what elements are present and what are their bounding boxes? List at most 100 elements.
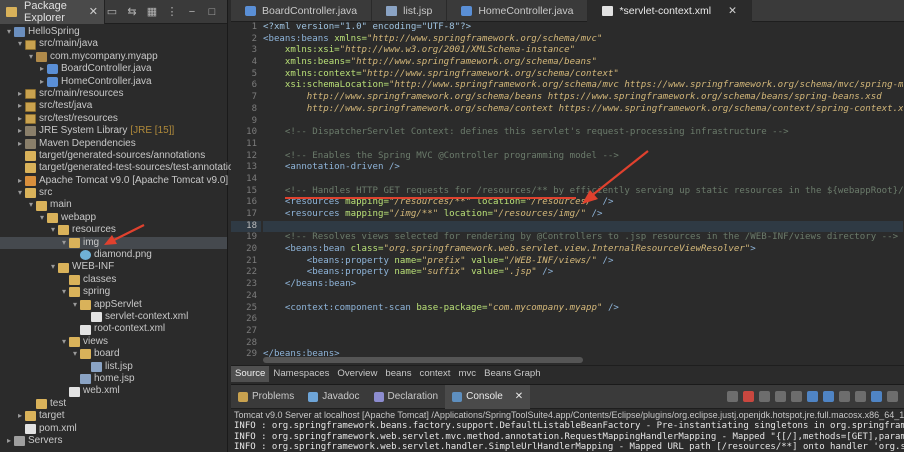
chevron-right-icon[interactable]: ▸ bbox=[15, 113, 25, 125]
chevron-down-icon[interactable]: ▾ bbox=[26, 51, 36, 63]
tab-console[interactable]: Console ✕ bbox=[445, 384, 531, 409]
link-with-editor-icon[interactable]: ⇆ bbox=[125, 5, 139, 19]
new-console-icon[interactable] bbox=[871, 391, 882, 402]
tree-item[interactable]: ▾ WEB-INF bbox=[0, 261, 227, 273]
editor-tab[interactable]: list.jsp bbox=[372, 0, 448, 22]
tree-item[interactable]: ▸ Apache Tomcat v9.0 [Apache Tomcat v9.0] bbox=[0, 175, 228, 187]
chevron-down-icon[interactable]: ▾ bbox=[4, 26, 14, 38]
chevron-down-icon[interactable]: ▾ bbox=[59, 237, 69, 249]
line-number: 15 bbox=[246, 185, 257, 196]
package-explorer-tab[interactable]: Package Explorer ✕ bbox=[0, 0, 105, 24]
horizontal-scrollbar[interactable] bbox=[263, 357, 583, 363]
code-editor[interactable]: 1 2 3 4 5 6 7 8 9 10 11 12 13 14 15 16 17 18 19 20 21 22 23 24 2… bbox=[231, 22, 904, 360]
tree-item[interactable]: ▸ Servers bbox=[0, 435, 227, 447]
code-token: <beans:beans bbox=[263, 33, 335, 44]
editor-tab[interactable]: *servlet-context.xml ✕ bbox=[588, 0, 752, 22]
chevron-down-icon[interactable]: ▾ bbox=[15, 187, 25, 199]
display-console-icon[interactable] bbox=[839, 391, 850, 402]
chevron-right-icon[interactable]: ▸ bbox=[15, 88, 25, 100]
tab-source[interactable]: Source bbox=[231, 366, 270, 382]
minimize-icon[interactable] bbox=[887, 391, 898, 402]
chevron-right-icon[interactable]: ▸ bbox=[15, 138, 25, 150]
close-icon[interactable]: ✕ bbox=[515, 391, 523, 402]
tree-item[interactable]: servlet-context.xml bbox=[0, 311, 227, 323]
tree-item[interactable]: ▾ appServlet bbox=[0, 299, 227, 311]
chevron-down-icon[interactable]: ▾ bbox=[70, 299, 80, 311]
tree-item[interactable]: ▸ JRE System Library [JRE [15]] bbox=[0, 125, 227, 137]
tree-item[interactable]: ▾ spring bbox=[0, 286, 227, 298]
tab-context[interactable]: context bbox=[416, 366, 455, 382]
clear-console-icon[interactable] bbox=[775, 391, 786, 402]
scroll-lock-icon[interactable] bbox=[791, 391, 802, 402]
chevron-right-icon[interactable]: ▸ bbox=[15, 175, 25, 187]
tab-problems[interactable]: Problems bbox=[231, 385, 301, 409]
tab-beans-graph[interactable]: Beans Graph bbox=[480, 366, 545, 382]
chevron-down-icon[interactable]: ▾ bbox=[59, 336, 69, 348]
code-line: <!-- Resolves views selected for renderi… bbox=[263, 232, 903, 244]
tree-item[interactable]: ▾ HelloSpring bbox=[0, 26, 227, 38]
tree-item[interactable]: ▾ com.mycompany.myapp bbox=[0, 51, 227, 63]
tab-beans[interactable]: beans bbox=[381, 366, 415, 382]
tree-item[interactable]: ▸ HomeController.java bbox=[0, 76, 227, 88]
chevron-right-icon[interactable]: ▸ bbox=[4, 435, 14, 447]
close-icon[interactable]: ✕ bbox=[89, 5, 98, 18]
tree-item[interactable]: pom.xml bbox=[0, 423, 227, 435]
terminate-icon[interactable] bbox=[743, 391, 754, 402]
chevron-down-icon[interactable]: ▾ bbox=[15, 38, 25, 50]
chevron-right-icon[interactable]: ▸ bbox=[37, 63, 47, 75]
tree-item[interactable]: ▸ target bbox=[0, 410, 227, 422]
remove-launch-icon[interactable] bbox=[759, 391, 770, 402]
tab-javadoc[interactable]: Javadoc bbox=[301, 385, 366, 409]
tree-item[interactable]: list.jsp bbox=[0, 361, 227, 373]
pin-icon[interactable] bbox=[727, 391, 738, 402]
tree-item[interactable]: ▾ main bbox=[0, 199, 227, 211]
chevron-down-icon[interactable]: ▾ bbox=[37, 212, 47, 224]
tab-mvc[interactable]: mvc bbox=[454, 366, 480, 382]
tree-item[interactable]: ▾ src/main/java bbox=[0, 38, 227, 50]
chevron-down-icon[interactable]: ▾ bbox=[48, 261, 58, 273]
folder-icon bbox=[69, 336, 80, 347]
tree-item[interactable]: ▸ Maven Dependencies bbox=[0, 138, 227, 150]
focus-icon[interactable]: ▦ bbox=[145, 5, 159, 19]
tab-overview[interactable]: Overview bbox=[333, 366, 381, 382]
tree-item[interactable]: target/generated-test-sources/test-annot… bbox=[0, 162, 244, 174]
editor-tab[interactable]: BoardController.java bbox=[231, 0, 373, 22]
chevron-right-icon[interactable]: ▸ bbox=[15, 125, 25, 137]
maximize-icon[interactable]: □ bbox=[205, 5, 219, 19]
tree-item[interactable]: ▸ src/test/resources bbox=[0, 113, 227, 125]
tree-item[interactable]: target/generated-sources/annotations bbox=[0, 150, 227, 162]
tree-item[interactable]: diamond.png bbox=[0, 249, 227, 261]
code-token: <?xml version="1.0" encoding="UTF-8"?> bbox=[263, 22, 472, 32]
view-menu-icon[interactable]: ⋮ bbox=[165, 5, 179, 19]
tree-item[interactable]: web.xml bbox=[0, 385, 227, 397]
tree-item[interactable]: root-context.xml bbox=[0, 323, 227, 335]
minimize-icon[interactable]: − bbox=[185, 5, 199, 19]
tree-item[interactable]: ▸ BoardController.java bbox=[0, 63, 227, 75]
line-number: 21 bbox=[246, 255, 257, 266]
tree-item[interactable]: ▸ src/main/resources bbox=[0, 88, 227, 100]
tree-item[interactable]: ▾ board bbox=[0, 348, 227, 360]
tab-namespaces[interactable]: Namespaces bbox=[269, 366, 333, 382]
show-on-output-icon[interactable] bbox=[823, 391, 834, 402]
tree-item[interactable]: ▾ src bbox=[0, 187, 227, 199]
collapse-all-icon[interactable]: ▭ bbox=[105, 5, 119, 19]
chevron-down-icon[interactable]: ▾ bbox=[26, 199, 36, 211]
code-token: "http://www.w3.org/2001/XMLSchema-instan… bbox=[339, 45, 576, 56]
chevron-right-icon[interactable]: ▸ bbox=[37, 76, 47, 88]
chevron-right-icon[interactable]: ▸ bbox=[15, 410, 25, 422]
tab-declaration[interactable]: Declaration bbox=[367, 385, 446, 409]
tree-item[interactable]: ▸ src/test/java bbox=[0, 100, 227, 112]
tree-item[interactable]: home.jsp bbox=[0, 373, 227, 385]
close-icon[interactable]: ✕ bbox=[728, 5, 737, 17]
chevron-down-icon[interactable]: ▾ bbox=[59, 286, 69, 298]
chevron-down-icon[interactable]: ▾ bbox=[70, 348, 80, 360]
tree-item[interactable]: test bbox=[0, 398, 227, 410]
tree-item[interactable]: classes bbox=[0, 274, 227, 286]
word-wrap-icon[interactable] bbox=[807, 391, 818, 402]
open-console-icon[interactable] bbox=[855, 391, 866, 402]
chevron-down-icon[interactable]: ▾ bbox=[48, 224, 58, 236]
chevron-right-icon[interactable]: ▸ bbox=[15, 100, 25, 112]
tree-item[interactable]: ▾ views bbox=[0, 336, 227, 348]
editor-tab[interactable]: HomeController.java bbox=[447, 0, 589, 22]
